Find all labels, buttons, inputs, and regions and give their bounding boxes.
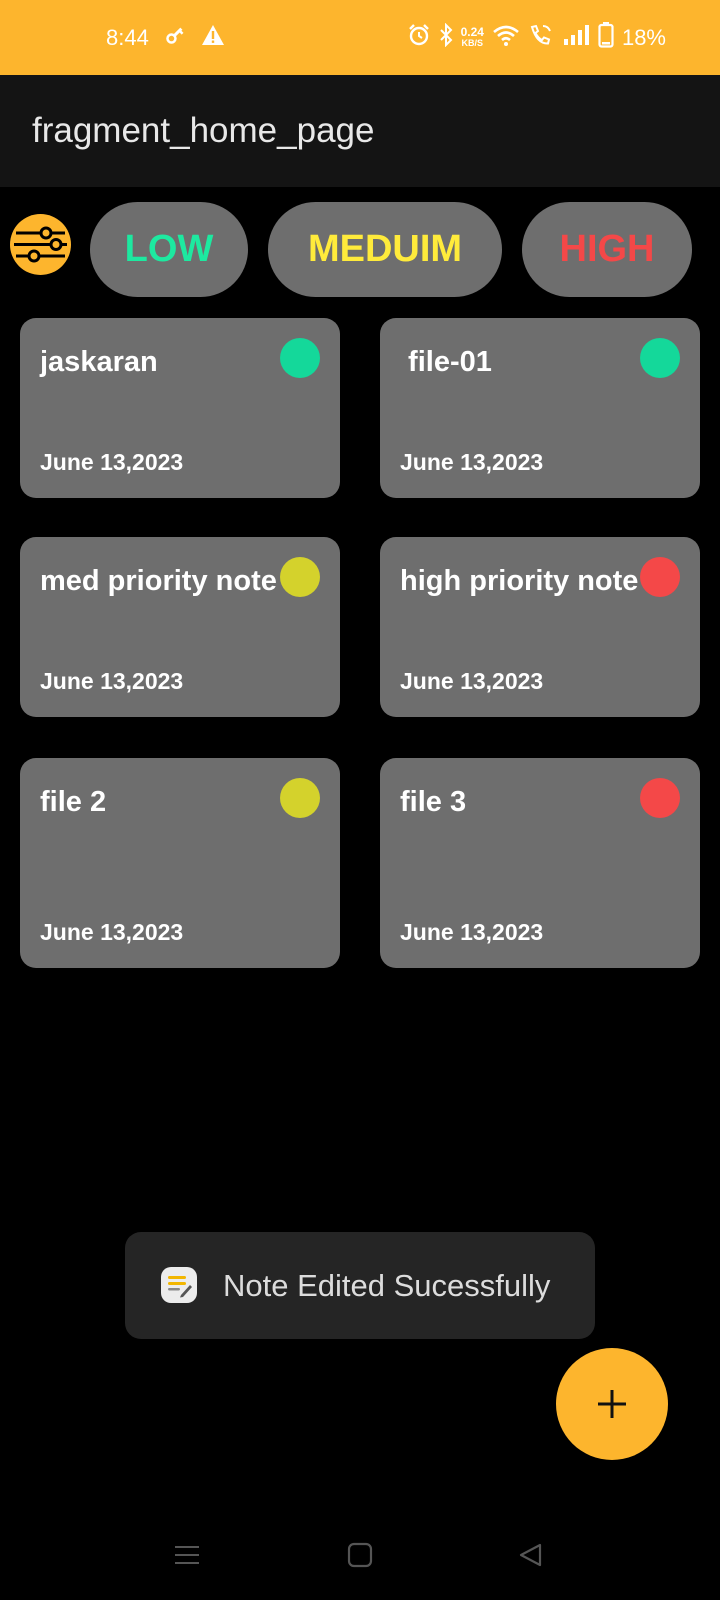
signal-icon	[562, 23, 590, 53]
note-card[interactable]: file 2 June 13,2023	[20, 758, 340, 968]
note-title: high priority note	[400, 565, 639, 597]
toast: Note Edited Sucessfully	[125, 1232, 595, 1339]
note-date: June 13,2023	[400, 449, 544, 475]
status-bar: 8:44 0.24 KB/S 18%	[0, 0, 720, 75]
note-card[interactable]: file 3 June 13,2023	[380, 758, 700, 968]
app-bar: fragment_home_page	[0, 75, 720, 187]
plus-icon	[598, 1390, 626, 1418]
note-title: file 2	[40, 786, 107, 818]
filter-sliders-icon[interactable]	[10, 214, 71, 275]
priority-dot	[640, 557, 680, 597]
status-right: 0.24 KB/S 18%	[407, 0, 666, 75]
priority-dot	[280, 557, 320, 597]
note-title: file 3	[400, 786, 467, 818]
nav-back-button[interactable]	[501, 1530, 561, 1580]
net-speed-value: 0.24	[460, 24, 484, 39]
note-card[interactable]: file-01 June 13,2023	[380, 318, 700, 498]
wifi-call-icon	[528, 23, 554, 53]
net-speed-unit: KB/S	[461, 37, 484, 48]
note-title: file-01	[400, 346, 492, 378]
note-date: June 13,2023	[40, 449, 184, 475]
note-date: June 13,2023	[400, 919, 544, 945]
add-note-button[interactable]	[556, 1348, 668, 1460]
warning-icon	[201, 24, 225, 52]
status-left: 8:44	[106, 0, 225, 75]
priority-dot	[640, 338, 680, 378]
note-title: jaskaran	[40, 346, 158, 378]
filter-chip-medium[interactable]: MEDUIM	[268, 202, 502, 297]
note-title: med priority note	[40, 565, 277, 597]
note-date: June 13,2023	[40, 919, 184, 945]
notes-app-icon	[161, 1267, 197, 1303]
battery-level: 18%	[621, 24, 666, 50]
note-date: June 13,2023	[40, 668, 184, 694]
nav-home-button[interactable]	[330, 1530, 390, 1580]
menu-icon	[175, 1546, 199, 1564]
bluetooth-icon	[439, 22, 453, 53]
filter-chip-low[interactable]: LOW	[90, 202, 248, 297]
toast-message: Note Edited Sucessfully	[223, 1267, 551, 1303]
filter-chip-high[interactable]: HIGH	[522, 202, 692, 297]
note-card[interactable]: jaskaran June 13,2023	[20, 318, 340, 498]
battery-icon	[598, 21, 614, 54]
page-title: fragment_home_page	[32, 111, 375, 150]
alarm-icon	[407, 23, 431, 53]
priority-dot	[640, 778, 680, 818]
note-card[interactable]: med priority note June 13,2023	[20, 537, 340, 717]
status-time: 8:44	[106, 24, 149, 50]
nav-menu-button[interactable]	[157, 1530, 217, 1580]
note-date: June 13,2023	[400, 668, 544, 694]
wifi-icon	[492, 23, 520, 53]
back-triangle-icon	[519, 1543, 542, 1567]
net-speed: 0.24 KB/S	[460, 24, 484, 49]
priority-dot	[280, 338, 320, 378]
priority-dot	[280, 778, 320, 818]
home-square-icon	[347, 1542, 373, 1568]
key-icon	[163, 23, 187, 53]
note-card[interactable]: high priority note June 13,2023	[380, 537, 700, 717]
